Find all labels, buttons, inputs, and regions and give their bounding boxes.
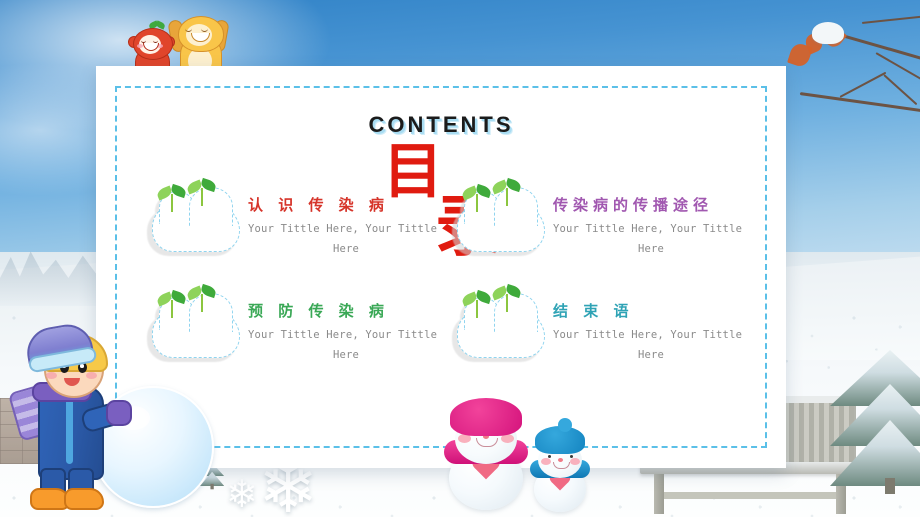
contents-item-title: 传染病的传播途径 [553,196,714,214]
slide-root: ❄ ❄ CONTENTS 目 录 [0,0,920,517]
sprout-icon [460,183,493,212]
contents-item-title: 预 防 传 染 病 [248,302,389,320]
sprout-icon [490,283,523,312]
contents-row-1: 认 识 传 染 病 Your Tittle Here, Your Tittle … [136,177,746,274]
contents-item-title: 结 束 语 [553,302,634,320]
heading-char-mu: 目 [383,137,443,207]
sprout-icon [155,289,188,318]
sprout-icon [155,183,188,212]
sprout-icon [460,289,493,318]
snowman-blue-hat [528,418,592,512]
cloud-sprout-icon [144,177,240,262]
page-title: CONTENTS [368,112,514,137]
snowman-pink-hat [440,398,532,510]
contents-list: 认 识 传 染 病 Your Tittle Here, Your Tittle … [136,177,746,380]
subtitle-line-2: Here [637,242,665,255]
contents-item-subtitle: Your Tittle Here, Your Tittle Here [553,326,743,366]
sprout-icon [490,177,523,206]
contents-item-1[interactable]: 认 识 传 染 病 Your Tittle Here, Your Tittle … [136,177,441,274]
subtitle-line-1: Your Tittle Here, Your Tittle [553,329,743,341]
contents-item-2[interactable]: 传染病的传播途径 Your Tittle Here, Your Tittle H… [441,177,746,274]
cloud-sprout-icon [449,177,545,262]
contents-item-subtitle: Your Tittle Here, Your Tittle Here [248,220,438,260]
subtitle-line-2: Here [637,348,665,361]
subtitle-line-1: Your Tittle Here, Your Tittle [248,223,438,235]
subtitle-line-2: Here [332,348,360,361]
snowflake-icon: ❄ [226,474,258,516]
sprout-icon [185,177,218,206]
contents-item-subtitle: Your Tittle Here, Your Tittle Here [553,220,743,260]
contents-item-4[interactable]: 结 束 语 Your Tittle Here, Your Tittle Here [441,283,746,380]
snow-covered-pine-tree [830,350,920,494]
subtitle-line-1: Your Tittle Here, Your Tittle [553,223,743,235]
subtitle-line-1: Your Tittle Here, Your Tittle [248,329,438,341]
cartoon-boy-with-snowball [7,320,214,517]
snow-clump [812,22,844,44]
contents-item-subtitle: Your Tittle Here, Your Tittle Here [248,326,438,366]
subtitle-line-2: Here [332,242,360,255]
sprout-icon [185,283,218,312]
contents-item-title: 认 识 传 染 病 [248,196,389,214]
cloud-sprout-icon [449,283,545,368]
contents-row-2: 预 防 传 染 病 Your Tittle Here, Your Tittle … [136,283,746,380]
